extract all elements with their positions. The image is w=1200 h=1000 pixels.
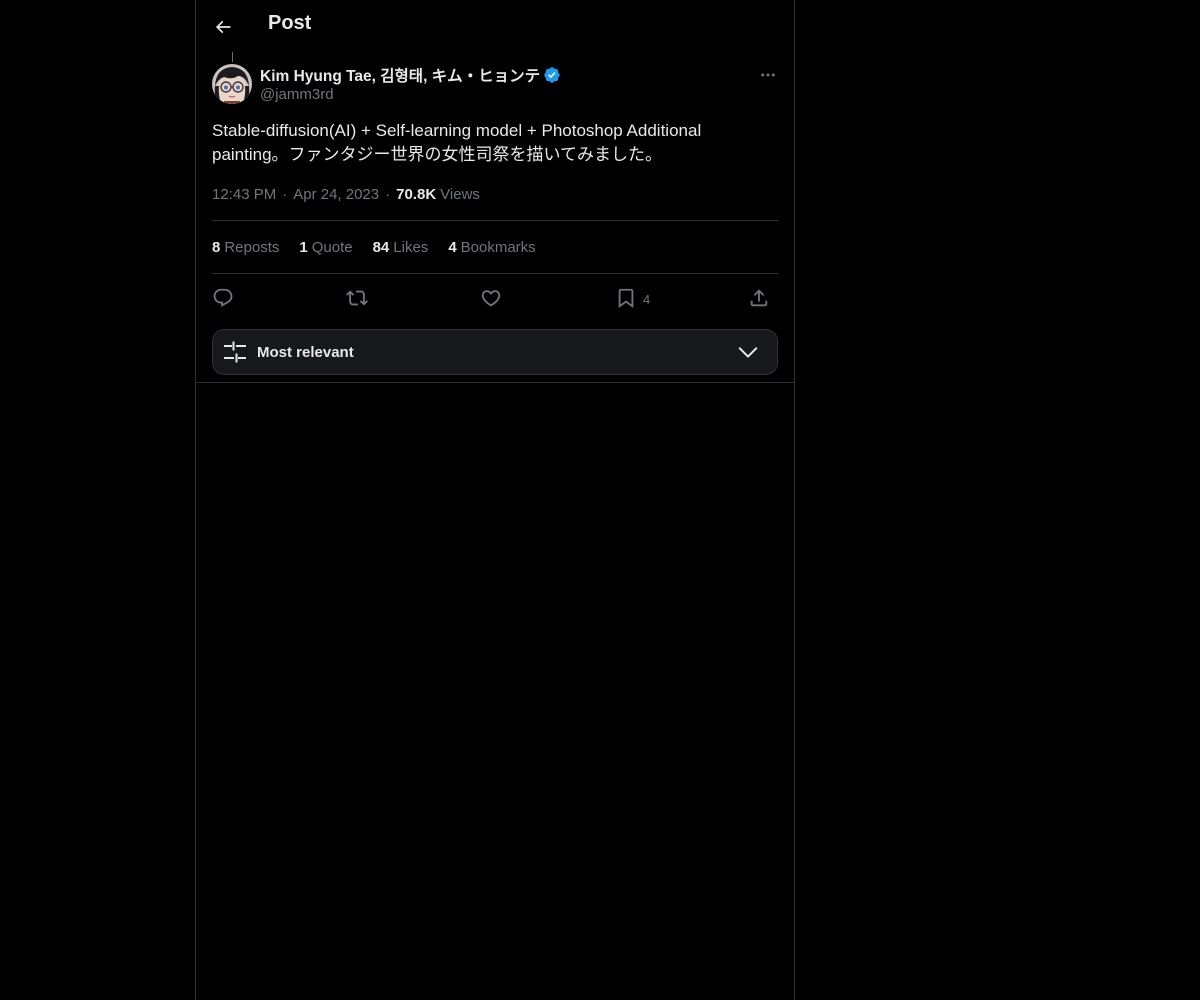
post-text: Stable-diffusion(AI) + Self-learning mod… bbox=[212, 121, 706, 164]
divider bbox=[212, 220, 778, 221]
share-icon bbox=[750, 289, 768, 307]
repost-icon bbox=[346, 290, 368, 306]
arrow-left-icon bbox=[215, 20, 231, 34]
heart-icon bbox=[481, 290, 501, 307]
like-button[interactable] bbox=[480, 284, 502, 312]
bookmark-button[interactable]: 4 bbox=[615, 284, 650, 312]
views-count: 70.8K bbox=[396, 185, 437, 203]
action-bar: 4 bbox=[212, 284, 778, 312]
chevron-down-icon bbox=[737, 341, 759, 363]
stat-quotes[interactable]: 1 Quote bbox=[299, 239, 352, 256]
more-options-button[interactable] bbox=[756, 64, 780, 86]
reply-button[interactable] bbox=[212, 284, 234, 312]
post-metadata: 12:43 PM · Apr 24, 2023 · 70.8K Views bbox=[212, 184, 480, 204]
page-header: Post bbox=[196, 0, 794, 53]
back-button[interactable] bbox=[206, 10, 240, 44]
meta-separator: · bbox=[385, 185, 391, 203]
avatar-image bbox=[212, 64, 252, 104]
sliders-icon bbox=[223, 340, 247, 364]
post-time[interactable]: 12:43 PM bbox=[212, 186, 276, 203]
primary-column: Post Kim Hyung Tae, 김형태, キム・ヒョンテ @jamm3r… bbox=[195, 0, 795, 1000]
page-title: Post bbox=[268, 12, 312, 34]
divider bbox=[212, 273, 778, 274]
bookmark-count: 4 bbox=[643, 291, 651, 307]
author-name-row: Kim Hyung Tae, 김형태, キム・ヒョンテ bbox=[260, 64, 740, 85]
reply-sort-dropdown[interactable]: Most relevant bbox=[212, 329, 778, 375]
stat-likes[interactable]: 84 Likes bbox=[373, 239, 429, 256]
author-display-name[interactable]: Kim Hyung Tae, 김형태, キム・ヒョンテ bbox=[260, 64, 540, 86]
verified-badge-icon[interactable] bbox=[543, 66, 561, 84]
avatar[interactable] bbox=[212, 64, 252, 104]
author-info: Kim Hyung Tae, 김형태, キム・ヒョンテ @jamm3rd bbox=[260, 64, 740, 103]
reply-icon bbox=[213, 288, 233, 307]
post-date[interactable]: Apr 24, 2023 bbox=[293, 186, 379, 203]
bookmark-icon bbox=[618, 288, 634, 309]
author-handle[interactable]: @jamm3rd bbox=[260, 86, 740, 103]
views-label: Views bbox=[440, 185, 480, 203]
meta-separator: · bbox=[282, 185, 288, 203]
stat-reposts[interactable]: 8 Reposts bbox=[212, 239, 279, 256]
stat-bookmarks[interactable]: 4 Bookmarks bbox=[448, 239, 535, 256]
share-button[interactable] bbox=[748, 284, 770, 312]
more-horizontal-icon bbox=[761, 73, 775, 77]
engagement-stats: 8 Reposts 1 Quote 84 Likes 4 Bookmarks bbox=[212, 237, 556, 257]
repost-button[interactable] bbox=[346, 284, 368, 312]
section-divider bbox=[196, 382, 794, 383]
sort-label: Most relevant bbox=[257, 343, 354, 361]
thread-connector-line bbox=[232, 52, 233, 62]
